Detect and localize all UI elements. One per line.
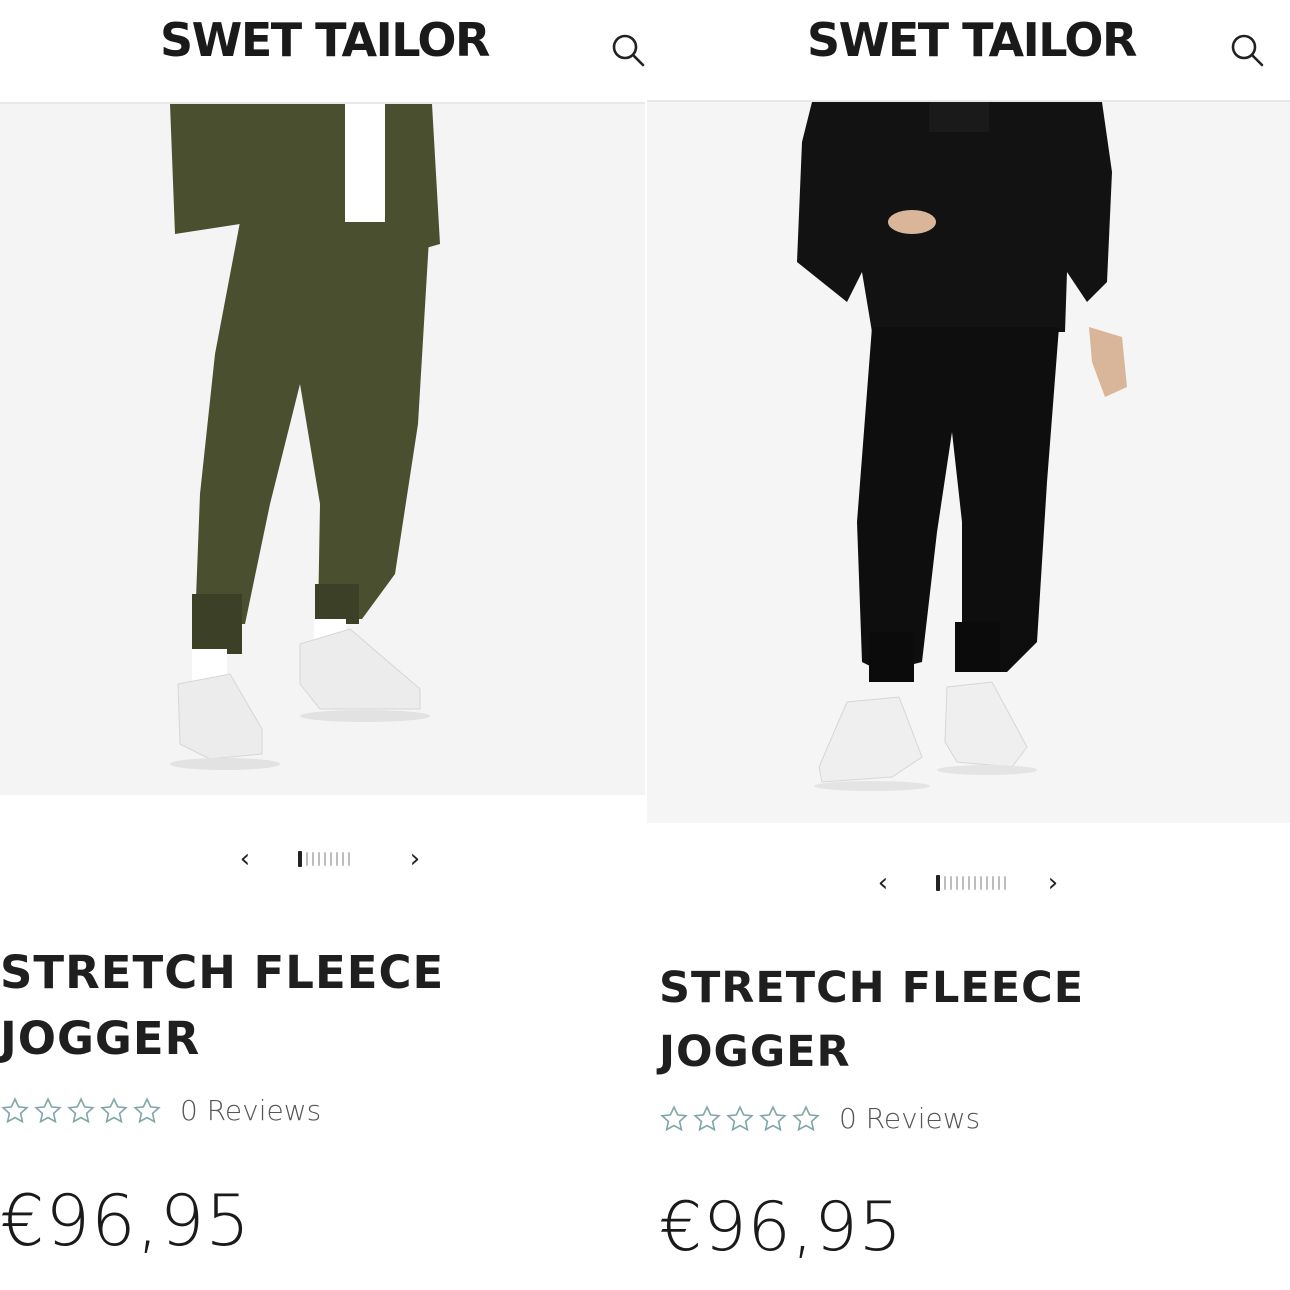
carousel-dot[interactable] [298,851,302,867]
rating-summary[interactable]: 0 Reviews [659,1102,980,1135]
carousel-dot[interactable] [348,852,350,866]
product-panel-right: SWET TAILOR ‹ › STRETCH FLEECE JOGGER 0 … [647,0,1290,1290]
carousel-dot[interactable] [956,876,958,890]
carousel-dot[interactable] [318,852,320,866]
search-icon[interactable] [608,30,645,70]
brand-logo[interactable]: SWET TAILOR [160,12,490,68]
carousel-dot[interactable] [330,852,332,866]
product-price: €96,95 [659,1188,903,1267]
product-image[interactable] [0,104,645,795]
star-icon [1,1096,29,1123]
star-icon [726,1104,754,1131]
carousel-dot[interactable] [944,876,946,890]
carousel-indicator[interactable] [936,875,1006,891]
carousel-indicator[interactable] [298,851,350,867]
star-rating [659,1104,821,1134]
star-icon [34,1096,62,1123]
carousel-dot[interactable] [324,852,326,866]
star-icon [100,1096,128,1123]
rating-summary[interactable]: 0 Reviews [0,1094,321,1127]
reviews-count[interactable]: 0 Reviews [839,1102,980,1135]
star-icon [759,1104,787,1131]
product-title-line: JOGGER [0,1012,201,1065]
brand-logo[interactable]: SWET TAILOR [807,12,1137,68]
carousel-dot[interactable] [998,876,1000,890]
carousel-dot[interactable] [306,852,308,866]
carousel-dot[interactable] [968,876,970,890]
product-title: STRETCH FLEECE JOGGER [659,956,1084,1084]
star-icon [693,1104,721,1131]
site-header: SWET TAILOR [0,0,645,104]
carousel-dot[interactable] [342,852,344,866]
product-title-line: STRETCH FLEECE [0,946,445,999]
carousel-dot[interactable] [950,876,952,890]
product-title-line: JOGGER [659,1027,851,1077]
carousel-dot[interactable] [992,876,994,890]
carousel-dot[interactable] [980,876,982,890]
chevron-left-icon[interactable]: ‹ [230,844,260,874]
image-carousel-controls: ‹ › [230,844,430,874]
site-header: SWET TAILOR [647,0,1290,102]
star-rating [0,1096,162,1126]
image-carousel-controls: ‹ › [868,868,1068,898]
carousel-dot[interactable] [936,875,940,891]
product-panel-left: SWET TAILOR ‹ › STRETCH FLEECE JOGGER 0 … [0,0,645,1290]
product-title: STRETCH FLEECE JOGGER [0,940,444,1072]
chevron-right-icon[interactable]: › [1038,868,1068,898]
carousel-dot[interactable] [962,876,964,890]
carousel-dot[interactable] [974,876,976,890]
chevron-left-icon[interactable]: ‹ [868,868,898,898]
carousel-dot[interactable] [1004,876,1006,890]
carousel-dot[interactable] [312,852,314,866]
search-icon[interactable] [1227,30,1267,70]
chevron-right-icon[interactable]: › [400,844,430,874]
reviews-count[interactable]: 0 Reviews [180,1094,321,1127]
carousel-dot[interactable] [336,852,338,866]
star-icon [67,1096,95,1123]
product-image[interactable] [647,102,1290,823]
star-icon [133,1096,161,1123]
product-title-line: STRETCH FLEECE [659,963,1085,1013]
carousel-dot[interactable] [986,876,988,890]
star-icon [792,1104,820,1131]
product-price: €96,95 [0,1180,251,1262]
star-icon [660,1104,688,1131]
